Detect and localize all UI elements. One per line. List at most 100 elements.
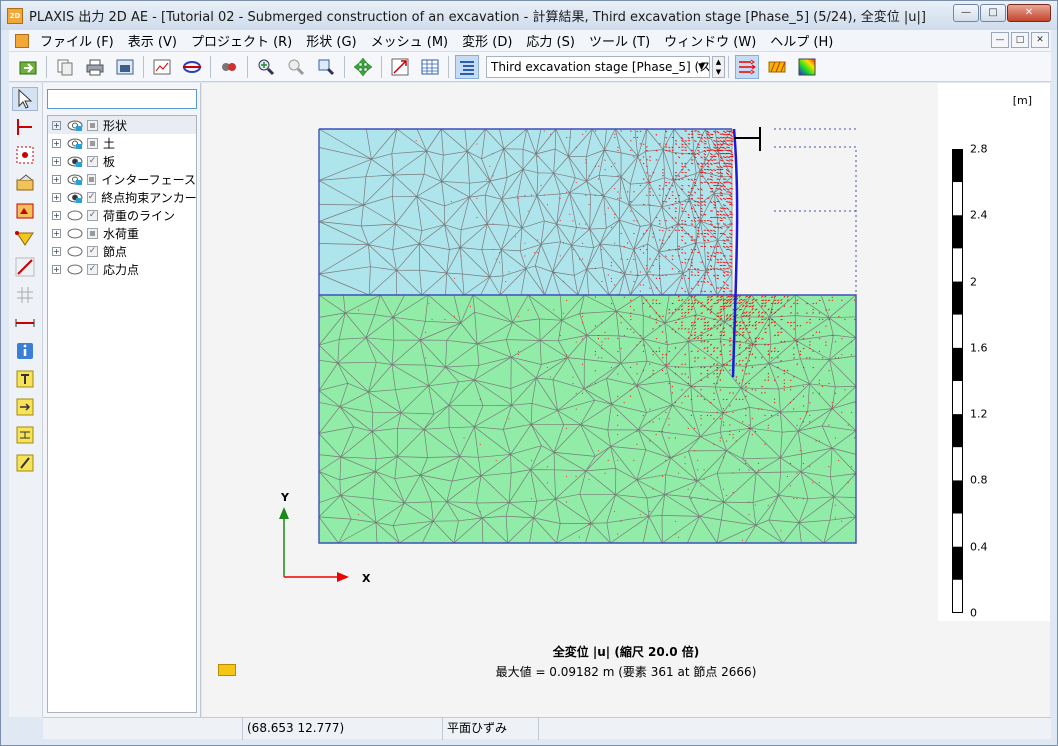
menu-tools[interactable]: ツール (T) — [582, 31, 657, 50]
tool-button[interactable] — [12, 255, 38, 279]
cross-section-button[interactable] — [180, 55, 204, 79]
eye-hidden-icon[interactable] — [67, 174, 83, 185]
tool-button[interactable] — [12, 423, 38, 447]
menu-file[interactable]: ファイル (F) — [33, 31, 121, 50]
visibility-checkbox[interactable] — [86, 173, 97, 185]
tree-item[interactable]: + ✓ 終点拘束アンカー — [48, 188, 197, 206]
toolbar-separator — [728, 55, 729, 78]
close-button[interactable]: ✕ — [1007, 4, 1051, 22]
plot-canvas[interactable]: Y X — [202, 83, 938, 621]
expand-icon[interactable]: + — [52, 192, 61, 202]
visibility-checkbox[interactable]: ✓ — [87, 263, 98, 275]
arrows-view-button[interactable] — [735, 54, 759, 79]
visibility-checkbox[interactable] — [87, 119, 98, 131]
expand-icon[interactable]: + — [52, 174, 61, 184]
mdi-restore-button[interactable]: □ — [1011, 32, 1029, 48]
export-button[interactable] — [113, 55, 137, 79]
tree-item[interactable]: + 水荷重 — [48, 224, 196, 242]
phase-stepper[interactable]: ▲ ▼ — [712, 55, 725, 78]
legend-tick-label: 2.8 — [970, 142, 988, 156]
tree-item[interactable]: + ✓ 節点 — [48, 242, 196, 260]
legend-band — [952, 182, 963, 216]
expand-icon[interactable]: + — [52, 138, 61, 148]
visibility-checkbox[interactable] — [87, 227, 98, 239]
copy-button[interactable] — [53, 55, 77, 79]
tool-button[interactable] — [12, 283, 38, 307]
tool-button[interactable] — [12, 227, 38, 251]
minimize-button[interactable]: — — [953, 4, 979, 22]
tool-button[interactable] — [12, 451, 38, 475]
eye-icon[interactable] — [67, 192, 83, 203]
zoom-window-button[interactable] — [314, 55, 338, 79]
menu-view[interactable]: 表示 (V) — [121, 31, 184, 50]
model-explorer-tree: + 形状 + 土 + ✓ 板 + インターフェース + ✓ 終点拘束アンカー + ✓ 荷重のライン + 水荷重 +… — [47, 115, 197, 713]
curves-button[interactable] — [150, 55, 174, 79]
visibility-checkbox[interactable]: ✓ — [87, 155, 98, 167]
tool-button[interactable] — [12, 311, 38, 335]
tree-item[interactable]: + 形状 — [48, 116, 196, 134]
tool-button[interactable] — [12, 395, 38, 419]
visibility-checkbox[interactable]: ✓ — [87, 245, 98, 257]
menu-geometry[interactable]: 形状 (G) — [299, 31, 363, 50]
visibility-off-icon[interactable] — [67, 246, 83, 257]
model-view[interactable]: Y X — [202, 83, 938, 621]
legend-tick-label: 1.2 — [970, 407, 988, 421]
mdi-close-button[interactable]: ✕ — [1031, 32, 1049, 48]
eye-hidden-icon[interactable] — [67, 138, 83, 149]
explorer-search-input[interactable] — [47, 89, 197, 109]
view-camera-button[interactable] — [217, 55, 241, 79]
menu-help[interactable]: ヘルプ (H) — [763, 31, 840, 50]
phase-view-button[interactable] — [455, 54, 479, 79]
document-icon[interactable] — [15, 33, 29, 48]
tree-item[interactable]: + 土 — [48, 134, 196, 152]
pan-button[interactable] — [351, 55, 375, 79]
scale-button[interactable] — [388, 55, 412, 79]
tool-button[interactable] — [12, 339, 38, 363]
tree-item[interactable]: + ✓ 板 — [48, 152, 196, 170]
tree-item-label: 荷重のライン — [103, 208, 176, 223]
print-button[interactable] — [83, 55, 107, 79]
visibility-checkbox[interactable]: ✓ — [86, 191, 97, 203]
tool-button[interactable] — [12, 199, 38, 223]
menu-mesh[interactable]: メッシュ (M) — [364, 31, 456, 50]
tool-button[interactable] — [12, 367, 38, 391]
contour-button[interactable] — [795, 55, 819, 79]
zoom-in-button[interactable] — [254, 55, 278, 79]
tool-button[interactable] — [12, 143, 38, 167]
menu-window[interactable]: ウィンドウ (W) — [657, 31, 763, 50]
tool-button[interactable] — [12, 171, 38, 195]
visibility-off-icon[interactable] — [67, 264, 83, 275]
text-annotation-icon — [16, 370, 34, 388]
tree-item-label: 応力点 — [103, 262, 140, 277]
visibility-checkbox[interactable]: ✓ — [87, 209, 98, 221]
expand-icon[interactable]: + — [52, 210, 61, 220]
phase-dropdown[interactable]: Third excavation stage [Phase_5] (ステップ ▼ — [486, 55, 710, 78]
menu-stresses[interactable]: 応力 (S) — [519, 31, 582, 50]
node-select-icon — [16, 146, 34, 164]
shadings-button[interactable] — [765, 55, 789, 79]
plaxis-app-icon[interactable]: 2D — [7, 7, 23, 24]
tool-button[interactable] — [12, 115, 38, 139]
tree-item[interactable]: + ✓ 荷重のライン — [48, 206, 196, 224]
mdi-minimize-button[interactable]: — — [991, 32, 1009, 48]
maximize-button[interactable]: □ — [980, 4, 1006, 22]
zoom-out-button[interactable] — [284, 55, 308, 79]
select-tool-button[interactable] — [12, 87, 38, 111]
close-project-button[interactable] — [16, 55, 40, 79]
menu-bar: ファイル (F) 表示 (V) プロジェクト (R) 形状 (G) メッシュ (… — [9, 30, 1051, 52]
visibility-checkbox[interactable] — [87, 137, 98, 149]
visibility-off-icon[interactable] — [67, 210, 83, 221]
expand-icon[interactable]: + — [52, 264, 61, 274]
eye-hidden-icon[interactable] — [67, 120, 83, 131]
expand-icon[interactable]: + — [52, 246, 61, 256]
menu-project[interactable]: プロジェクト (R) — [184, 31, 299, 50]
tree-item[interactable]: + ✓ 応力点 — [48, 260, 196, 278]
tree-item[interactable]: + インターフェース — [48, 170, 196, 188]
expand-icon[interactable]: + — [52, 228, 61, 238]
menu-deformations[interactable]: 変形 (D) — [455, 31, 519, 50]
table-button[interactable] — [418, 55, 442, 79]
expand-icon[interactable]: + — [52, 120, 61, 130]
visibility-off-icon[interactable] — [67, 228, 83, 239]
expand-icon[interactable]: + — [52, 156, 61, 166]
eye-icon[interactable] — [67, 156, 83, 167]
